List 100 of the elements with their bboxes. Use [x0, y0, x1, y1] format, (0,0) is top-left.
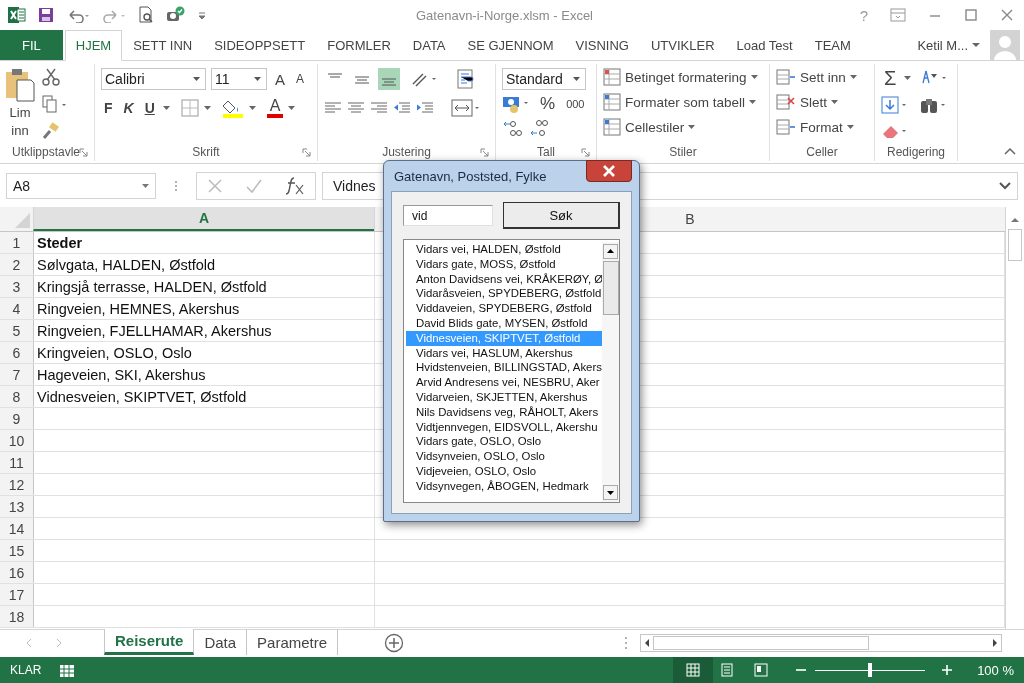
- caret-icon[interactable]: [162, 105, 170, 111]
- zoom-slider-thumb[interactable]: [868, 663, 873, 677]
- dialog-close-button[interactable]: [586, 160, 632, 182]
- row-header[interactable]: 5: [0, 320, 34, 341]
- dialog-launcher-icon[interactable]: [302, 148, 311, 157]
- list-item[interactable]: Viddaveien, SPYDEBERG, Østfold: [406, 301, 602, 316]
- fill-down-icon[interactable]: [881, 96, 909, 114]
- name-box[interactable]: A8: [6, 173, 156, 199]
- ribbon-tab[interactable]: DATA: [401, 30, 457, 61]
- scrollbar-thumb[interactable]: [602, 261, 619, 315]
- font-size-field[interactable]: 11: [211, 68, 267, 90]
- number-format-field[interactable]: Standard: [502, 68, 586, 90]
- list-item[interactable]: Nils Davidsens veg, RÅHOLT, Akers: [406, 404, 602, 420]
- search-field[interactable]: vid: [403, 205, 493, 226]
- paste-button[interactable]: Lim inn: [4, 64, 36, 143]
- add-sheet-icon[interactable]: [384, 632, 405, 653]
- font-color-button[interactable]: A: [266, 98, 284, 118]
- thousands-button[interactable]: 000: [563, 98, 588, 110]
- dropdown-caret-icon[interactable]: [254, 76, 261, 82]
- caret-icon[interactable]: [248, 105, 256, 111]
- list-item[interactable]: Vidars vei, HALDEN, Østfold: [406, 242, 602, 257]
- list-item[interactable]: Vidtjennvegen, EIDSVOLL, Akershu: [406, 419, 602, 435]
- merge-cells-icon[interactable]: [451, 98, 481, 118]
- expand-chevron-icon[interactable]: [999, 182, 1011, 190]
- customize-caret-icon[interactable]: [198, 11, 206, 19]
- caret-icon[interactable]: [972, 42, 980, 48]
- close-icon[interactable]: [1000, 8, 1014, 22]
- ribbon-tab[interactable]: VISNING: [564, 30, 640, 61]
- binoculars-icon[interactable]: [920, 96, 948, 114]
- row-header[interactable]: 17: [0, 584, 34, 605]
- caret-icon[interactable]: [831, 99, 838, 105]
- increase-indent-icon[interactable]: [416, 101, 434, 115]
- dialog-launcher-icon[interactable]: [480, 148, 489, 157]
- list-item[interactable]: Vidaråsveien, SPYDEBERG, Østfold: [406, 286, 602, 302]
- print-preview-icon[interactable]: [138, 6, 154, 24]
- list-item[interactable]: Vidars gate, OSLO, Oslo: [406, 434, 602, 450]
- caret-icon[interactable]: [849, 74, 857, 80]
- scroll-down-icon[interactable]: [603, 485, 618, 500]
- row-header[interactable]: 15: [0, 540, 34, 561]
- drag-handle-icon[interactable]: [174, 180, 178, 192]
- bold-button[interactable]: F: [101, 100, 116, 116]
- percent-button[interactable]: %: [537, 94, 559, 114]
- styles-button[interactable]: Cellestiler: [603, 118, 763, 136]
- search-button[interactable]: Søk: [503, 202, 620, 229]
- cells-button[interactable]: Format: [776, 118, 868, 136]
- copy-icon[interactable]: [42, 95, 68, 113]
- cut-icon[interactable]: [42, 68, 60, 86]
- scrollbar-thumb[interactable]: [653, 635, 869, 650]
- dialog-launcher-icon[interactable]: [581, 148, 590, 157]
- ribbon-tab[interactable]: FORMLER: [316, 30, 402, 61]
- caret-icon[interactable]: [203, 105, 211, 111]
- cells-icon[interactable]: [776, 118, 796, 136]
- macro-icon[interactable]: [166, 6, 186, 24]
- table-style-icon[interactable]: [603, 118, 621, 136]
- cells-icon[interactable]: [776, 93, 796, 111]
- dialog-launcher-icon[interactable]: [79, 148, 88, 157]
- cells-button[interactable]: Slett: [776, 93, 868, 111]
- sheet-tab[interactable]: Data: [194, 629, 248, 655]
- ribbon-tab[interactable]: SETT INN: [122, 30, 204, 61]
- cells-icon[interactable]: [776, 68, 796, 86]
- collapse-ribbon-icon[interactable]: [1004, 147, 1016, 155]
- account-name[interactable]: Ketil M...: [917, 37, 968, 53]
- list-item[interactable]: Vidsynveien, OSLO, Oslo: [406, 449, 602, 464]
- ribbon-tab[interactable]: Load Test: [725, 30, 804, 61]
- caret-icon[interactable]: [288, 105, 296, 111]
- row-header[interactable]: 7: [0, 364, 34, 385]
- list-item[interactable]: David Blids gate, MYSEN, Østfold: [406, 316, 602, 331]
- decrease-decimal-icon[interactable]: [529, 118, 551, 138]
- font-name-field[interactable]: Calibri: [101, 68, 206, 90]
- row-header[interactable]: 16: [0, 562, 34, 583]
- fill-color-icon[interactable]: [221, 98, 244, 118]
- save-icon[interactable]: [38, 7, 54, 23]
- scrollbar-thumb[interactable]: [1008, 229, 1022, 261]
- list-item[interactable]: Vidars gate, MOSS, Østfold: [406, 256, 602, 272]
- row-header[interactable]: 4: [0, 298, 34, 319]
- dropdown-caret-icon[interactable]: [573, 76, 580, 82]
- zoom-in-icon[interactable]: [941, 664, 954, 676]
- list-item[interactable]: Vidars vei, HASLUM, Akershus: [406, 345, 602, 361]
- row-header[interactable]: 2: [0, 254, 34, 275]
- ribbon-tab[interactable]: HJEM: [64, 30, 123, 61]
- row-header[interactable]: 10: [0, 430, 34, 451]
- list-item[interactable]: Vidjeveien, OSLO, Oslo: [406, 463, 602, 479]
- ribbon-tab[interactable]: SIDEOPPSETT: [203, 30, 317, 61]
- ribbon-tab[interactable]: FIL: [0, 30, 63, 60]
- list-item[interactable]: Anton Davidsens vei, KRÅKERØY, Ø: [406, 271, 602, 287]
- row-header[interactable]: 14: [0, 518, 34, 539]
- horizontal-scrollbar[interactable]: [640, 633, 1002, 652]
- zoom-level-text[interactable]: 100 %: [977, 662, 1014, 678]
- normal-view-button[interactable]: [673, 657, 714, 683]
- caret-icon[interactable]: [688, 124, 696, 130]
- row-header[interactable]: 11: [0, 452, 34, 473]
- caret-icon[interactable]: [846, 124, 854, 130]
- row-header[interactable]: 6: [0, 342, 34, 363]
- caret-icon[interactable]: [904, 75, 912, 81]
- caret-icon[interactable]: [749, 99, 757, 105]
- increase-decimal-icon[interactable]: [502, 118, 524, 138]
- list-item[interactable]: Arvid Andresens vei, NESBRU, Aker: [406, 375, 602, 390]
- scroll-up-icon[interactable]: [603, 244, 618, 259]
- row-header[interactable]: 1: [0, 232, 34, 253]
- sheet-tab[interactable]: Parametre: [247, 629, 339, 655]
